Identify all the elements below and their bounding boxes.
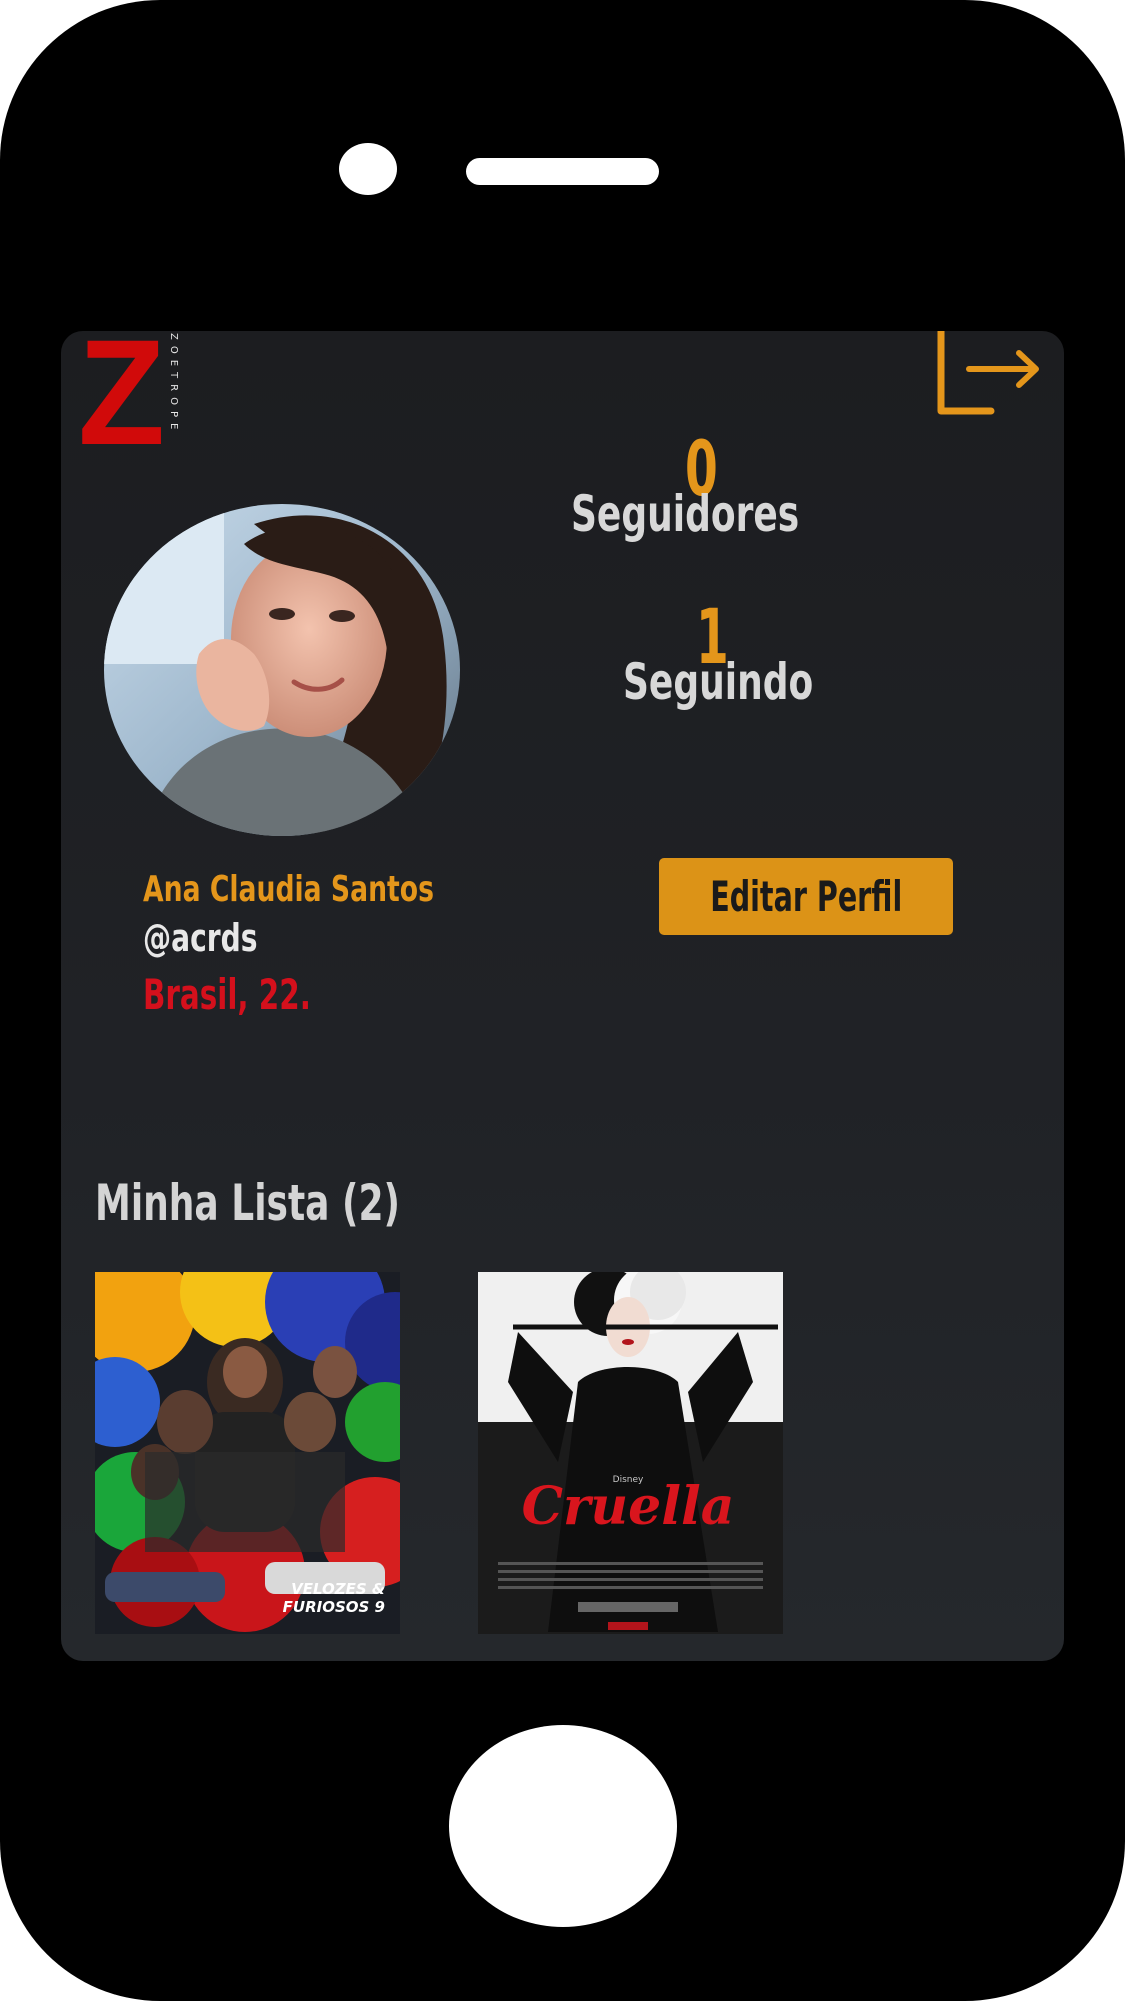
edit-profile-button[interactable]: Editar Perfil (659, 858, 953, 935)
user-location: Brasil, 22. (143, 970, 311, 1019)
list-item-poster-2[interactable]: Cruella Disney (478, 1272, 783, 1634)
followers-label[interactable]: Seguidores (571, 486, 799, 542)
profile-screen: Z ZOETROPE 0 Seguidores 1 Seguindo Ana C… (61, 331, 1064, 1661)
list-item-poster-1[interactable]: VELOZES & FURIOSOS 9 (95, 1272, 400, 1634)
phone-home-button[interactable] (449, 1725, 677, 1927)
logo-letter: Z (78, 331, 166, 476)
svg-text:Cruella: Cruella (522, 1476, 735, 1537)
my-list-title: Minha Lista (2) (95, 1174, 400, 1232)
svg-text:FURIOSOS 9: FURIOSOS 9 (283, 1598, 385, 1616)
following-label[interactable]: Seguindo (623, 654, 813, 710)
logo-wordmark: ZOETROPE (168, 333, 179, 436)
svg-text:VELOZES &: VELOZES & (291, 1580, 385, 1598)
app-logo[interactable]: Z ZOETROPE (78, 331, 198, 471)
phone-speaker (466, 158, 659, 185)
edit-profile-label: Editar Perfil (709, 872, 903, 921)
user-name: Ana Claudia Santos (143, 869, 434, 910)
phone-camera (339, 143, 397, 195)
logout-icon[interactable] (935, 331, 1045, 417)
phone-frame: Z ZOETROPE 0 Seguidores 1 Seguindo Ana C… (0, 0, 1125, 2001)
user-handle: @acrds (143, 916, 258, 960)
avatar[interactable] (104, 504, 460, 836)
svg-text:Disney: Disney (613, 1475, 644, 1485)
